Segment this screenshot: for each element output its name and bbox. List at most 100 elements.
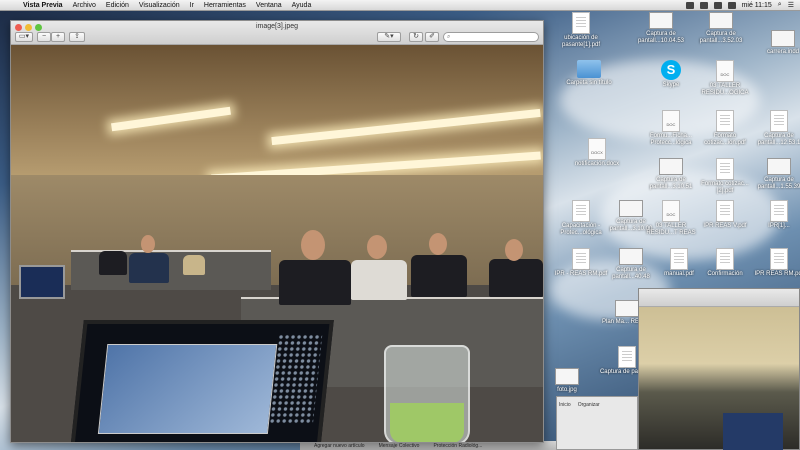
image-file-icon xyxy=(771,30,795,47)
wifi-icon[interactable] xyxy=(699,1,708,9)
bottom-bar-item[interactable]: Mensaje Colectivo xyxy=(379,443,420,449)
photo-person-head xyxy=(301,230,325,260)
edit-toolbar-button[interactable]: ✐ xyxy=(425,32,439,42)
desktop-icon[interactable]: IPR REAS V.pdf xyxy=(696,200,754,230)
desktop-icon[interactable]: DOCX notificación.docx xyxy=(568,138,626,168)
photo-person xyxy=(411,255,467,297)
photo-person xyxy=(351,260,407,300)
notification-center-icon[interactable]: ☰ xyxy=(788,1,794,9)
desktop-icon-label: Formato cotizac...[2].pdf xyxy=(701,181,749,194)
zoom-in-button[interactable]: + xyxy=(51,32,65,42)
menu-clock[interactable]: mié 11:15 xyxy=(742,2,772,9)
desktop-icon-label: Carpeta sin título xyxy=(566,80,612,86)
second-preview-window[interactable] xyxy=(638,288,800,450)
rotate-button[interactable]: ↻ xyxy=(409,32,423,42)
image-file-icon xyxy=(709,12,733,29)
document-icon: DOCX xyxy=(588,138,606,160)
finder-window[interactable]: Inicio Organizar xyxy=(556,396,638,450)
desktop-icon[interactable]: IPR REAS RM.pdf xyxy=(750,248,800,278)
desktop-icon[interactable]: IPR[1]... xyxy=(750,200,800,230)
status-area: mié 11:15 ⌕ ☰ xyxy=(685,1,800,9)
photo-laptop xyxy=(70,320,334,442)
menu-ir[interactable]: Ir xyxy=(185,2,199,9)
desktop-icon[interactable]: Captura de pantall...3.52.03 xyxy=(692,12,750,45)
photo-water-jug xyxy=(384,345,470,442)
menu-ayuda[interactable]: Ayuda xyxy=(287,2,317,9)
desktop-icon[interactable]: carrera.indd xyxy=(754,30,800,56)
desktop-icon-label: ubicación de pasante[1].pdf xyxy=(561,35,601,48)
bottom-bar-item[interactable]: Agregar nuevo artículo xyxy=(314,443,365,449)
second-window-photo xyxy=(639,307,799,450)
image-file-icon xyxy=(615,300,639,317)
sidebar-toggle-button[interactable]: ▭▾ xyxy=(15,32,33,42)
folder-icon xyxy=(577,60,601,78)
desktop-icon[interactable]: foto.jpg xyxy=(538,368,596,394)
document-type-tag: DOC xyxy=(666,122,676,127)
menu-archivo[interactable]: Archivo xyxy=(68,2,101,9)
desktop-icon-label: IPR REAS RM.pdf xyxy=(754,271,800,277)
spotlight-icon[interactable]: ⌕ xyxy=(778,1,782,9)
window-titlebar[interactable]: image[3].jpeg ▭▾ − + ⇪ ✎▾ ↻ ✐ ⌕ xyxy=(11,21,543,45)
share-button[interactable]: ⇪ xyxy=(69,32,85,42)
desktop-icon[interactable]: Formato cotizac...ión.pdf xyxy=(696,110,754,147)
desktop-icon[interactable]: S Skype xyxy=(642,60,700,89)
annotate-button[interactable]: ✎▾ xyxy=(377,32,401,42)
desktop-icon-label: Captura de pantall...12.53.1 xyxy=(757,133,800,146)
desktop-icon-label: carrera.indd xyxy=(766,49,799,55)
desktop-icon-label: Formu...Ficha... Protecc...lógica xyxy=(649,133,692,146)
desktop-icon[interactable]: Captura de pantall...3.10.51 xyxy=(642,158,700,191)
pdf-file-icon xyxy=(770,248,788,270)
image-file-icon xyxy=(659,158,683,175)
menu-visualizacion[interactable]: Visualización xyxy=(134,2,185,9)
desktop-icon[interactable]: Captura de pantall...12.53.1 xyxy=(750,110,800,147)
pdf-file-icon xyxy=(716,110,734,132)
pdf-file-icon xyxy=(572,248,590,270)
menu-edicion[interactable]: Edición xyxy=(101,2,134,9)
photo-laptop-window xyxy=(97,344,278,434)
search-input[interactable]: ⌕ xyxy=(443,32,539,42)
desktop-icon[interactable]: Captura de pantall...1.55.39 xyxy=(750,158,800,191)
finder-inicio-tab[interactable]: Inicio xyxy=(557,400,573,410)
image-file-icon xyxy=(619,200,643,217)
photo-person-head xyxy=(429,233,447,255)
desktop-icon[interactable]: DOC 03 TALLER RESIDU...T REAS xyxy=(642,200,700,237)
pdf-file-icon xyxy=(716,200,734,222)
desktop-icon[interactable]: Formato cotizac...[2].pdf xyxy=(696,158,754,195)
desktop-icon-label: notificación.docx xyxy=(574,161,620,167)
photo-content xyxy=(11,45,543,442)
desktop-icon[interactable]: Carpeta sin título xyxy=(560,60,618,87)
desktop-icon[interactable]: ubicación de pasante[1].pdf xyxy=(552,12,610,49)
battery-icon[interactable] xyxy=(727,1,736,9)
photo-person-head xyxy=(505,239,523,261)
desktop-icon[interactable]: DOC Formu...Ficha... Protecc...lógica xyxy=(642,110,700,147)
photo-laptop-wallpaper xyxy=(268,334,323,424)
photo-person xyxy=(489,259,543,297)
pdf-file-icon xyxy=(618,346,636,368)
photo-person xyxy=(279,260,351,305)
finder-organizar-tab[interactable]: Organizar xyxy=(576,400,602,410)
menu-herramientas[interactable]: Herramientas xyxy=(199,2,251,9)
menu-app-name[interactable]: Vista Previa xyxy=(18,2,68,9)
photo-person-head xyxy=(141,235,155,253)
desktop-icon-label: 03 TALLER RESIDU...OGICA xyxy=(701,83,749,96)
volume-icon[interactable] xyxy=(713,1,722,9)
skype-icon: S xyxy=(661,60,681,80)
desktop-icon-label: Confirmación xyxy=(707,271,743,277)
desktop-icon-label: Captura de pantall...10.04.53 xyxy=(637,31,685,44)
desktop-icon-label: IPR REAS V.pdf xyxy=(703,223,747,229)
desktop-icon-label: Captura de pantall...1.55.39 xyxy=(757,177,800,190)
bluetooth-icon[interactable] xyxy=(685,1,694,9)
bottom-bar-item[interactable]: Protección Radiológ... xyxy=(433,443,482,449)
desktop-icon-label: foto.jpg xyxy=(557,387,577,393)
photo-person xyxy=(129,253,169,283)
pdf-file-icon xyxy=(716,248,734,270)
second-window-toolbar[interactable] xyxy=(639,289,799,307)
photo-jug-water xyxy=(390,403,464,442)
pdf-file-icon xyxy=(572,12,590,34)
pdf-file-icon xyxy=(716,158,734,180)
zoom-out-button[interactable]: − xyxy=(37,32,51,42)
menu-ventana[interactable]: Ventana xyxy=(251,2,287,9)
desktop-icon[interactable]: Captura de pantall...10.04.53 xyxy=(632,12,690,45)
desktop-icon[interactable]: Confirmación xyxy=(696,248,754,278)
desktop-icon[interactable]: DOC 03 TALLER RESIDU...OGICA xyxy=(696,60,754,97)
